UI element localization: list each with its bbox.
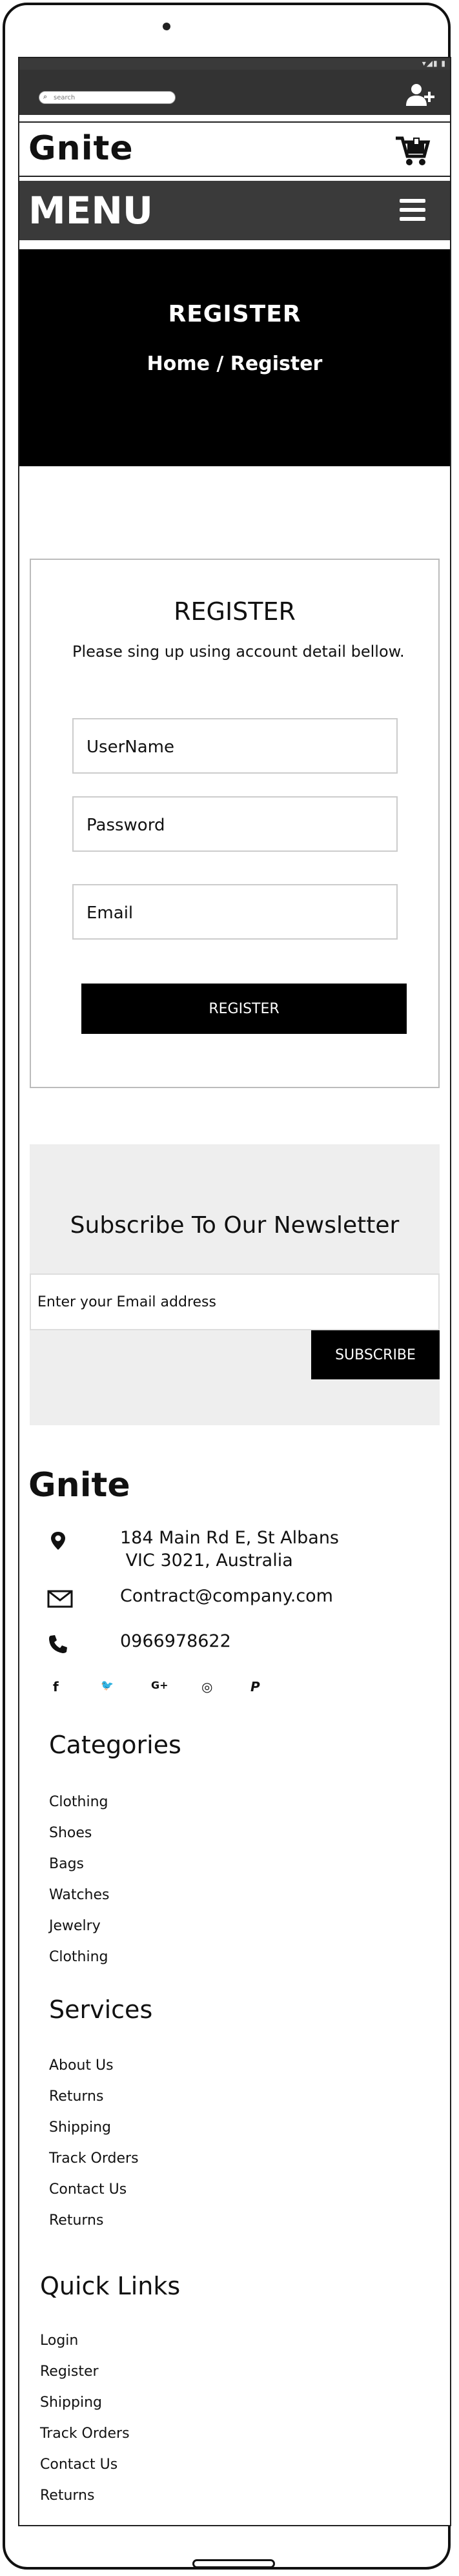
twitter-icon[interactable]: 🐦 bbox=[101, 1679, 114, 1691]
service-link[interactable]: Returns bbox=[49, 2212, 103, 2229]
menu-bar: MENU bbox=[19, 181, 450, 240]
cart-icon[interactable] bbox=[394, 134, 431, 167]
service-link[interactable]: Track Orders bbox=[49, 2150, 139, 2167]
quick-links-title: Quick Links bbox=[40, 2272, 181, 2300]
map-pin-icon bbox=[51, 1532, 65, 1550]
password-field[interactable] bbox=[72, 796, 398, 852]
phone-icon bbox=[49, 1635, 67, 1653]
screen: ▾◢▮ ▮ ⌕ Gnite M bbox=[18, 57, 451, 2526]
category-link[interactable]: Watches bbox=[49, 1887, 110, 1903]
services-title: Services bbox=[49, 1995, 153, 2024]
paypal-icon[interactable]: P bbox=[250, 1679, 260, 1695]
category-link[interactable]: Shoes bbox=[49, 1825, 92, 1841]
quick-link[interactable]: Login bbox=[40, 2333, 78, 2349]
footer-address: 184 Main Rd E, St Albans VIC 3021, Austr… bbox=[120, 1528, 340, 1571]
category-link[interactable]: Bags bbox=[49, 1856, 84, 1872]
menu-label[interactable]: MENU bbox=[28, 189, 153, 232]
footer-phone[interactable]: 0966978622 bbox=[120, 1630, 430, 1653]
username-field[interactable] bbox=[72, 718, 398, 774]
instagram-icon[interactable]: ◎ bbox=[201, 1679, 212, 1695]
register-form: REGISTER Please sing up using account de… bbox=[30, 559, 440, 1088]
footer-email[interactable]: Contract@company.com bbox=[120, 1585, 430, 1607]
service-link[interactable]: Contact Us bbox=[49, 2181, 127, 2198]
quick-link[interactable]: Register bbox=[40, 2364, 99, 2380]
service-link[interactable]: About Us bbox=[49, 2057, 114, 2074]
email-field[interactable] bbox=[72, 884, 398, 940]
category-link[interactable]: Clothing bbox=[49, 1794, 108, 1810]
add-user-icon[interactable] bbox=[405, 83, 436, 108]
email-input[interactable] bbox=[87, 903, 383, 923]
quick-link[interactable]: Returns bbox=[40, 2488, 94, 2504]
username-input[interactable] bbox=[87, 737, 383, 757]
newsletter-email-input[interactable] bbox=[37, 1293, 425, 1311]
facebook-icon[interactable]: f bbox=[53, 1679, 59, 1695]
quick-link[interactable]: Shipping bbox=[40, 2395, 102, 2411]
logo-bar: Gnite bbox=[19, 121, 450, 177]
search-icon: ⌕ bbox=[43, 92, 48, 101]
password-input[interactable] bbox=[87, 816, 383, 835]
service-link[interactable]: Returns bbox=[49, 2088, 103, 2105]
categories-title: Categories bbox=[49, 1731, 181, 1759]
breadcrumb[interactable]: Home / Register bbox=[19, 353, 450, 375]
newsletter-section: Subscribe To Our Newsletter SUBSCRIBE bbox=[30, 1144, 440, 1425]
subscribe-button[interactable]: SUBSCRIBE bbox=[311, 1330, 440, 1379]
quick-link[interactable]: Track Orders bbox=[40, 2426, 130, 2442]
register-title: REGISTER bbox=[174, 597, 296, 626]
register-subtitle: Please sing up using account detail bell… bbox=[72, 643, 405, 661]
service-link[interactable]: Shipping bbox=[49, 2119, 111, 2136]
search-bar[interactable]: ⌕ bbox=[39, 91, 176, 104]
category-link[interactable]: Clothing bbox=[49, 1949, 108, 1965]
search-input[interactable] bbox=[54, 93, 170, 102]
envelope-icon bbox=[47, 1590, 73, 1608]
site-logo[interactable]: Gnite bbox=[28, 129, 134, 168]
status-bar: ▾◢▮ ▮ bbox=[19, 58, 450, 70]
register-button[interactable]: REGISTER bbox=[81, 984, 407, 1034]
newsletter-title: Subscribe To Our Newsletter bbox=[70, 1212, 400, 1239]
page-title: REGISTER bbox=[168, 301, 301, 327]
camera-icon bbox=[163, 23, 170, 30]
home-button[interactable] bbox=[192, 2559, 275, 2568]
category-link[interactable]: Jewelry bbox=[49, 1918, 101, 1934]
quick-link[interactable]: Contact Us bbox=[40, 2457, 117, 2473]
newsletter-email-field[interactable] bbox=[30, 1273, 440, 1330]
footer-logo[interactable]: Gnite bbox=[28, 1466, 130, 1505]
phone-frame: ▾◢▮ ▮ ⌕ Gnite M bbox=[3, 3, 451, 2570]
status-icons: ▾◢▮ ▮ bbox=[422, 59, 446, 68]
hamburger-menu-icon[interactable] bbox=[400, 199, 425, 222]
top-bar: ⌕ bbox=[19, 70, 450, 115]
google-plus-icon[interactable]: G+ bbox=[151, 1679, 168, 1691]
page-hero: REGISTER Home / Register bbox=[19, 249, 450, 466]
